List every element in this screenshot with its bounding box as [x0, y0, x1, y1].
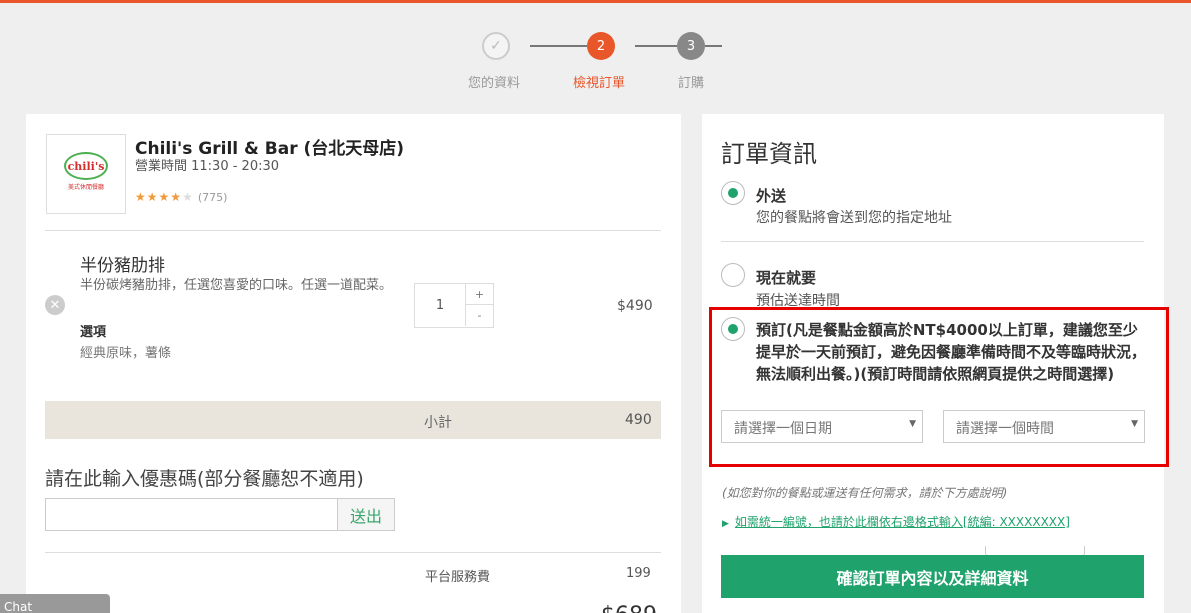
delivery-option-description: 您的餐點將會送到您的指定地址	[756, 210, 952, 226]
star-empty-icon: ★	[182, 190, 193, 204]
step-connector	[530, 45, 587, 47]
step-3-label: 訂購	[678, 76, 705, 91]
item-price: $490	[617, 298, 653, 314]
checkout-stepper: ✓ 2 3 您的資料 檢視訂單 訂購	[0, 30, 1191, 91]
step-2-number: 2	[587, 32, 615, 60]
quantity-stepper: 1 + -	[414, 283, 494, 328]
quantity-minus-button[interactable]: -	[465, 305, 493, 326]
service-fee-label: 平台服務費	[425, 570, 491, 585]
rating-count: (775)	[197, 190, 228, 204]
star-icon: ★	[170, 190, 182, 204]
step-connector	[635, 45, 677, 47]
cart-panel: chili's 美式休閒餐廳 Chili's Grill & Bar (台北天母…	[26, 114, 681, 613]
item-option-label: 選項	[80, 325, 107, 340]
logo-subtext: 美式休閒餐廳	[67, 184, 104, 191]
delivery-radio[interactable]	[721, 181, 745, 205]
deliver-now-title[interactable]: 現在就要	[756, 267, 816, 288]
item-name: 半份豬肋排	[80, 256, 165, 276]
item-option-value: 經典原味，薯條	[80, 346, 172, 361]
logo-wordmark: chili's	[64, 152, 108, 180]
triangle-right-icon: ▶	[722, 519, 729, 529]
step-3-number: 3	[677, 32, 705, 60]
subtotal-value: 490	[625, 412, 652, 428]
item-description: 半份碳烤豬肋排，任選您喜愛的口味。任選一道配菜。	[80, 278, 393, 293]
coupon-title: 請在此輸入優惠碼(部分餐廳恕不適用)	[45, 468, 364, 490]
deliver-now-radio[interactable]	[721, 263, 745, 287]
step-1-label[interactable]: 您的資料	[468, 72, 520, 91]
subtotal-label: 小計	[424, 415, 452, 431]
star-icon: ★	[135, 190, 146, 204]
subtotal-bar: 小計 490	[45, 401, 661, 439]
tax-id-link-label[interactable]: 如需統一編號，也請於此欄依右邊格式輸入[統編: XXXXXXXX]	[735, 515, 1070, 529]
divider	[45, 552, 661, 553]
restaurant-rating: ★ ★ ★ ★ ★ (775)	[135, 190, 227, 204]
service-fee-value: 199	[626, 566, 651, 581]
restaurant-hours: 營業時間 11:30 - 20:30	[135, 159, 280, 174]
order-info-title: 訂單資訊	[721, 140, 817, 168]
highlight-annotation-box	[709, 307, 1169, 467]
chat-tab[interactable]: Chat	[0, 594, 110, 613]
special-request-note: (如您對你的餐點或運送有任何需求，請於下方處說明)	[722, 486, 1008, 500]
delivery-option-title[interactable]: 外送	[756, 185, 786, 206]
step-connector	[705, 45, 722, 47]
restaurant-logo: chili's 美式休閒餐廳	[46, 134, 126, 214]
star-icon: ★	[158, 190, 170, 204]
top-accent-bar	[0, 0, 1191, 3]
coupon-submit-button[interactable]: 送出	[338, 498, 395, 531]
step-1-check-icon[interactable]: ✓	[482, 32, 510, 60]
quantity-plus-button[interactable]: +	[465, 284, 493, 305]
remove-item-icon[interactable]: ✕	[45, 295, 65, 315]
tax-id-link[interactable]: ▶ 如需統一編號，也請於此欄依右邊格式輸入[統編: XXXXXXXX]	[722, 513, 1070, 530]
step-2-label: 檢視訂單	[573, 76, 626, 91]
divider	[721, 241, 1144, 242]
divider	[45, 230, 661, 231]
star-icon: ★	[146, 190, 158, 204]
total-value: $689	[601, 603, 657, 613]
coupon-input[interactable]	[45, 498, 338, 531]
confirm-order-button[interactable]: 確認訂單內容以及詳細資料	[721, 555, 1144, 598]
quantity-value[interactable]: 1	[415, 284, 465, 327]
